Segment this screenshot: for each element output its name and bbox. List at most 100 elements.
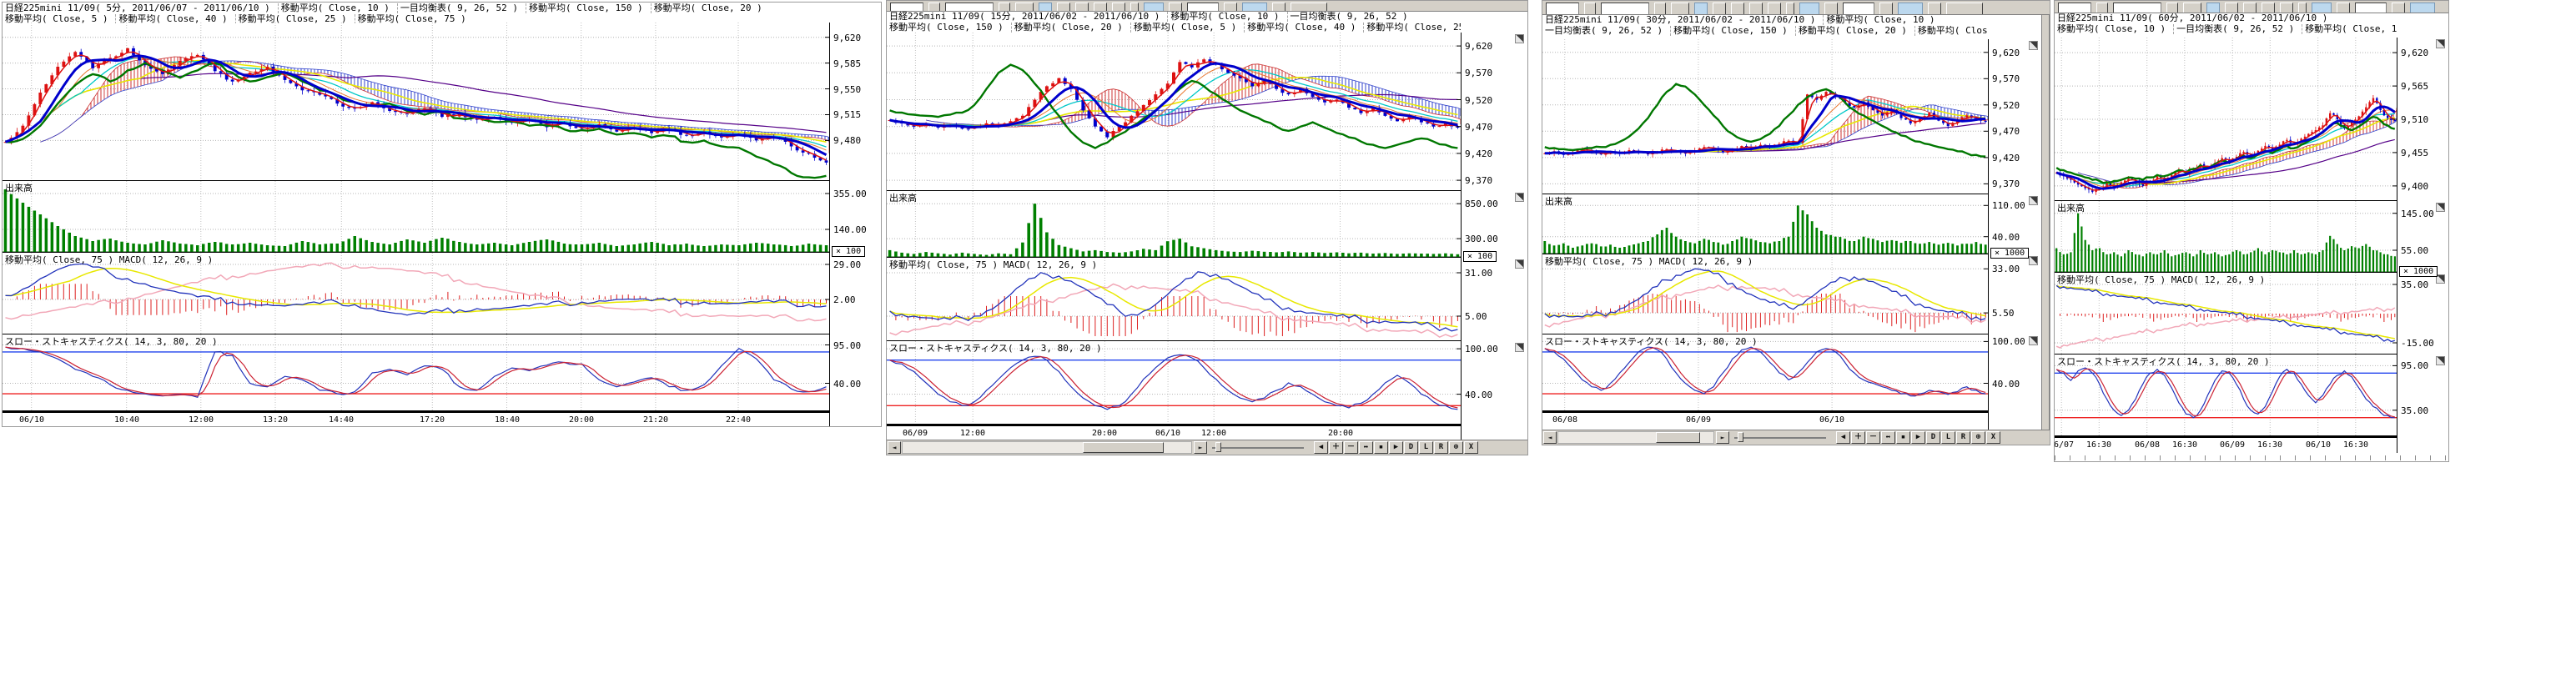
toolbar-partial-control[interactable] (1799, 3, 1819, 15)
toolbar-partial-control[interactable] (2280, 3, 2293, 13)
pane-resize-handle-icon[interactable] (1515, 259, 1524, 269)
toolbar-partial-control[interactable] (1272, 3, 1285, 12)
toolbar-partial-control[interactable] (2337, 3, 2350, 13)
chart-control-button-1[interactable]: ＋ (1329, 441, 1343, 454)
toolbar-partial-control[interactable] (1654, 3, 1666, 15)
toolbar-partial-control[interactable] (1786, 3, 1794, 15)
toolbar-partial-control[interactable] (2206, 3, 2220, 13)
chart-control-button-7[interactable]: L (1419, 441, 1433, 454)
toolbar-partial-control[interactable] (1094, 3, 1107, 12)
price-canvas[interactable] (1542, 39, 1988, 194)
toolbar-partial-control[interactable] (1546, 3, 1579, 15)
price-canvas[interactable] (887, 33, 1461, 191)
toolbar-partial-control[interactable] (2058, 3, 2091, 13)
h-scrollbar[interactable] (902, 441, 1192, 454)
volume-canvas[interactable] (3, 181, 829, 253)
chart-control-button-3[interactable]: ↔ (1881, 431, 1895, 444)
pane-resize-handle-icon[interactable] (1515, 34, 1524, 43)
chart-control-button-0[interactable]: ◀ (1314, 441, 1328, 454)
vertical-scrollbar[interactable] (2041, 14, 2050, 445)
toolbar-partial-control[interactable] (1694, 3, 1708, 15)
chart-control-button-10[interactable]: X (1464, 441, 1478, 454)
toolbar-partial-control[interactable] (2262, 3, 2275, 13)
toolbar-partial-control[interactable] (1898, 3, 1923, 15)
toolbar-partial-control[interactable] (2225, 3, 2238, 13)
toolbar-partial-control[interactable] (2096, 3, 2108, 13)
h-scrollbar[interactable] (1557, 431, 1714, 444)
toolbar-partial-control[interactable] (1946, 3, 1983, 15)
volume-canvas[interactable] (1542, 194, 1988, 254)
toolbar-partial-control[interactable] (1057, 3, 1070, 12)
pane-resize-handle-icon[interactable] (2029, 336, 2038, 345)
toolbar-partial-control[interactable] (1112, 3, 1125, 12)
toolbar-partial-control[interactable] (1713, 3, 1726, 15)
pane-resize-handle-icon[interactable] (1515, 343, 1524, 352)
scrollbar-thumb[interactable] (1656, 432, 1700, 443)
scroll-left-button[interactable]: ◄ (1543, 431, 1557, 444)
toolbar-partial-control[interactable] (2298, 3, 2307, 13)
pane-resize-handle-icon[interactable] (1515, 193, 1524, 202)
zoom-slider-thumb[interactable] (1738, 432, 1743, 442)
toolbar-partial-control[interactable] (2113, 3, 2161, 13)
pane-resize-handle-icon[interactable] (2029, 41, 2038, 50)
zoom-slider-thumb[interactable] (1215, 442, 1221, 452)
scrollbar-thumb[interactable] (1083, 442, 1164, 453)
chart-control-button-2[interactable]: － (1866, 431, 1880, 444)
toolbar-partial-control[interactable] (2166, 3, 2178, 13)
chart-control-button-5[interactable]: ▶ (1911, 431, 1925, 444)
toolbar-partial-control[interactable] (1075, 3, 1089, 12)
chart-control-button-7[interactable]: L (1941, 431, 1955, 444)
pane-resize-handle-icon[interactable] (2436, 356, 2445, 365)
pane-resize-handle-icon[interactable] (2436, 203, 2445, 212)
toolbar-partial-control[interactable] (2410, 3, 2435, 13)
zoom-slider[interactable] (1212, 447, 1304, 449)
chart-control-button-6[interactable]: D (1926, 431, 1940, 444)
pane-resize-handle-icon[interactable] (2029, 196, 2038, 205)
toolbar-partial-control[interactable] (1768, 3, 1781, 15)
chart-control-button-3[interactable]: ↔ (1359, 441, 1373, 454)
toolbar-partial-control[interactable] (1879, 3, 1893, 15)
chart-control-button-1[interactable]: ＋ (1851, 431, 1865, 444)
chart-control-button-4[interactable]: ▪ (1896, 431, 1910, 444)
toolbar-partial-control[interactable] (2392, 3, 2405, 13)
toolbar-partial-control[interactable] (1601, 3, 1649, 15)
toolbar-partial-control[interactable] (2183, 3, 2201, 13)
pane-resize-handle-icon[interactable] (2436, 39, 2445, 48)
chart-control-button-9[interactable]: ⊕ (1449, 441, 1463, 454)
toolbar-partial-control[interactable] (1224, 3, 1237, 12)
pane-resize-handle-icon[interactable] (2029, 256, 2038, 265)
toolbar-partial-control[interactable] (1928, 3, 1941, 15)
chart-control-button-5[interactable]: ▶ (1389, 441, 1403, 454)
toolbar-partial-control[interactable] (890, 3, 923, 12)
price-canvas[interactable] (2055, 38, 2397, 201)
toolbar-partial-control[interactable] (1843, 3, 1874, 15)
chart-control-button-4[interactable]: ▪ (1374, 441, 1388, 454)
toolbar-partial-control[interactable] (1584, 3, 1596, 15)
toolbar-partial-control[interactable] (1039, 3, 1052, 12)
toolbar-partial-control[interactable] (1671, 3, 1689, 15)
price-canvas[interactable] (3, 23, 829, 181)
chart-control-button-8[interactable]: R (1434, 441, 1448, 454)
toolbar-partial-control[interactable] (1187, 3, 1219, 12)
toolbar-partial-control[interactable] (1130, 3, 1139, 12)
toolbar-partial-control[interactable] (945, 3, 994, 12)
scroll-right-button[interactable]: ► (1716, 431, 1729, 444)
toolbar-partial-control[interactable] (1144, 3, 1164, 12)
toolbar-partial-control[interactable] (1242, 3, 1267, 12)
toolbar-partial-control[interactable] (1291, 3, 1327, 12)
chart-control-button-8[interactable]: R (1956, 431, 1970, 444)
chart-control-button-10[interactable]: X (1986, 431, 2000, 444)
toolbar-partial-control[interactable] (2355, 3, 2387, 13)
scroll-left-button[interactable]: ◄ (888, 441, 901, 454)
toolbar-partial-control[interactable] (2243, 3, 2257, 13)
toolbar-partial-control[interactable] (1169, 3, 1182, 12)
zoom-slider[interactable] (1734, 437, 1826, 439)
toolbar-partial-control[interactable] (999, 3, 1010, 12)
toolbar-partial-control[interactable] (1731, 3, 1744, 15)
volume-canvas[interactable] (2055, 201, 2397, 273)
chart-control-button-9[interactable]: ⊕ (1971, 431, 1985, 444)
scroll-right-button[interactable]: ► (1194, 441, 1207, 454)
toolbar-partial-control[interactable] (1824, 3, 1838, 15)
chart-control-button-6[interactable]: D (1404, 441, 1418, 454)
toolbar-partial-control[interactable] (1015, 3, 1034, 12)
